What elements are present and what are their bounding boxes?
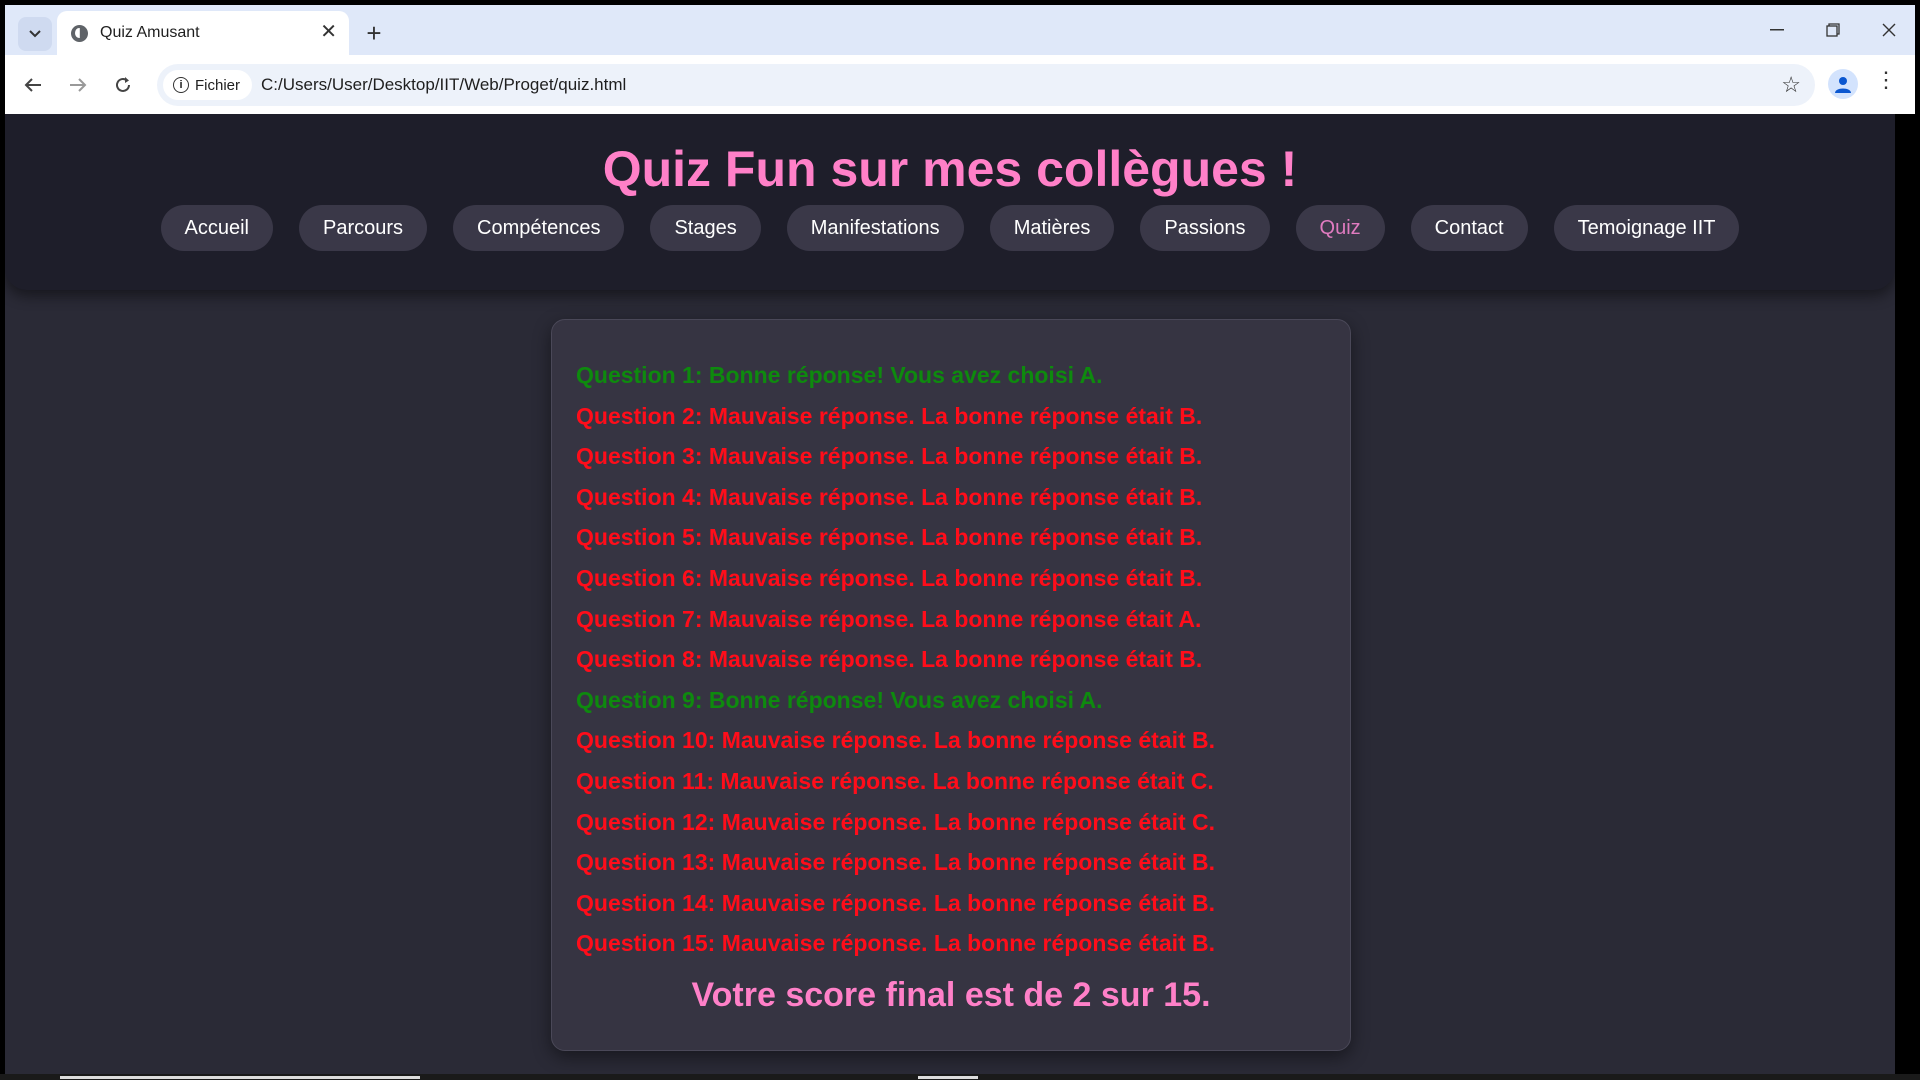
browser-tab[interactable]: Quiz Amusant ✕: [57, 11, 349, 55]
back-icon[interactable]: [17, 69, 49, 101]
result-line: Question 5: Mauvaise réponse. La bonne r…: [576, 524, 1203, 551]
minimize-icon[interactable]: [1757, 15, 1797, 45]
nav-item-accueil[interactable]: Accueil: [160, 205, 274, 251]
taskbar-strip: [0, 1074, 1920, 1080]
result-line: Question 4: Mauvaise réponse. La bonne r…: [576, 483, 1203, 510]
profile-icon[interactable]: [1828, 69, 1858, 99]
result-line: Question 6: Mauvaise réponse. La bonne r…: [576, 564, 1203, 591]
result-line: Question 3: Mauvaise réponse. La bonne r…: [576, 443, 1203, 470]
nav-item-comp-tences[interactable]: Compétences: [453, 205, 625, 251]
result-line: Question 15: Mauvaise réponse. La bonne …: [576, 930, 1216, 957]
quiz-results-panel: Question 1: Bonne réponse! Vous avez cho…: [551, 319, 1351, 1051]
nav-item-passions[interactable]: Passions: [1140, 205, 1270, 251]
final-score: Votre score final est de 2 sur 15.: [691, 976, 1211, 1014]
star-icon[interactable]: ☆: [1781, 72, 1801, 98]
result-line: Question 13: Mauvaise réponse. La bonne …: [576, 849, 1216, 876]
close-window-icon[interactable]: [1869, 15, 1909, 45]
security-label: Fichier: [195, 76, 241, 94]
forward-icon[interactable]: [62, 69, 94, 101]
url-text[interactable]: C:/Users/User/Desktop/IIT/Web/Proget/qui…: [261, 75, 626, 95]
site-info-chip[interactable]: i Fichier: [163, 70, 253, 100]
nav-item-quiz[interactable]: Quiz: [1295, 205, 1385, 251]
nav-item-stages[interactable]: Stages: [650, 205, 761, 251]
result-line: Question 1: Bonne réponse! Vous avez cho…: [576, 362, 1103, 388]
page-title: Quiz Fun sur mes collègues !: [602, 141, 1298, 197]
nav-item-manifestations[interactable]: Manifestations: [786, 205, 964, 251]
nav-item-mati-res[interactable]: Matières: [989, 205, 1115, 251]
result-line: Question 7: Mauvaise réponse. La bonne r…: [576, 605, 1202, 632]
result-line: Question 2: Mauvaise réponse. La bonne r…: [576, 402, 1203, 429]
tab-close-icon[interactable]: ✕: [320, 21, 337, 43]
nav-item-contact[interactable]: Contact: [1410, 205, 1528, 251]
result-line: Question 8: Mauvaise réponse. La bonne r…: [576, 646, 1203, 673]
restore-icon[interactable]: [1813, 15, 1853, 45]
page-viewport: Quiz Fun sur mes collègues ! Accueil Parc…: [5, 114, 1895, 1074]
main-nav: Accueil Parcours Compétences Stages Manifest…: [5, 205, 1895, 251]
result-line: Question 14: Mauvaise réponse. La bonne …: [576, 889, 1216, 916]
reload-icon[interactable]: [107, 69, 139, 101]
browser-toolbar: i Fichier C:/Users/User/Desktop/IIT/Web/…: [5, 55, 1915, 114]
nav-item-parcours[interactable]: Parcours: [299, 205, 428, 251]
info-icon: i: [173, 77, 189, 93]
result-line: Question 11: Mauvaise réponse. La bonne …: [576, 767, 1214, 794]
site-header: Quiz Fun sur mes collègues ! Accueil Parc…: [5, 114, 1895, 290]
taskbar-indicator: [918, 1076, 978, 1079]
tab-strip: Quiz Amusant ✕ +: [5, 5, 1915, 55]
browser-chrome: Quiz Amusant ✕ + i Fichier C:/Users/User…: [5, 5, 1915, 114]
result-line: Question 12: Mauvaise réponse. La bonne …: [576, 808, 1216, 835]
globe-favicon-icon: [71, 25, 88, 42]
tab-title: Quiz Amusant: [100, 24, 200, 41]
menu-icon[interactable]: ⋮: [1875, 67, 1897, 93]
result-line: Question 9: Bonne réponse! Vous avez cho…: [576, 686, 1103, 713]
results-list: Question 1: Bonne réponse! Vous avez cho…: [576, 360, 1215, 969]
nav-item-temoignage-iit[interactable]: Temoignage IIT: [1553, 205, 1740, 251]
result-line: Question 10: Mauvaise réponse. La bonne …: [576, 727, 1216, 754]
tab-search-icon[interactable]: [18, 17, 52, 51]
address-bar[interactable]: i Fichier C:/Users/User/Desktop/IIT/Web/…: [157, 64, 1815, 106]
new-tab-icon[interactable]: +: [358, 17, 390, 49]
taskbar-indicator: [60, 1076, 420, 1079]
